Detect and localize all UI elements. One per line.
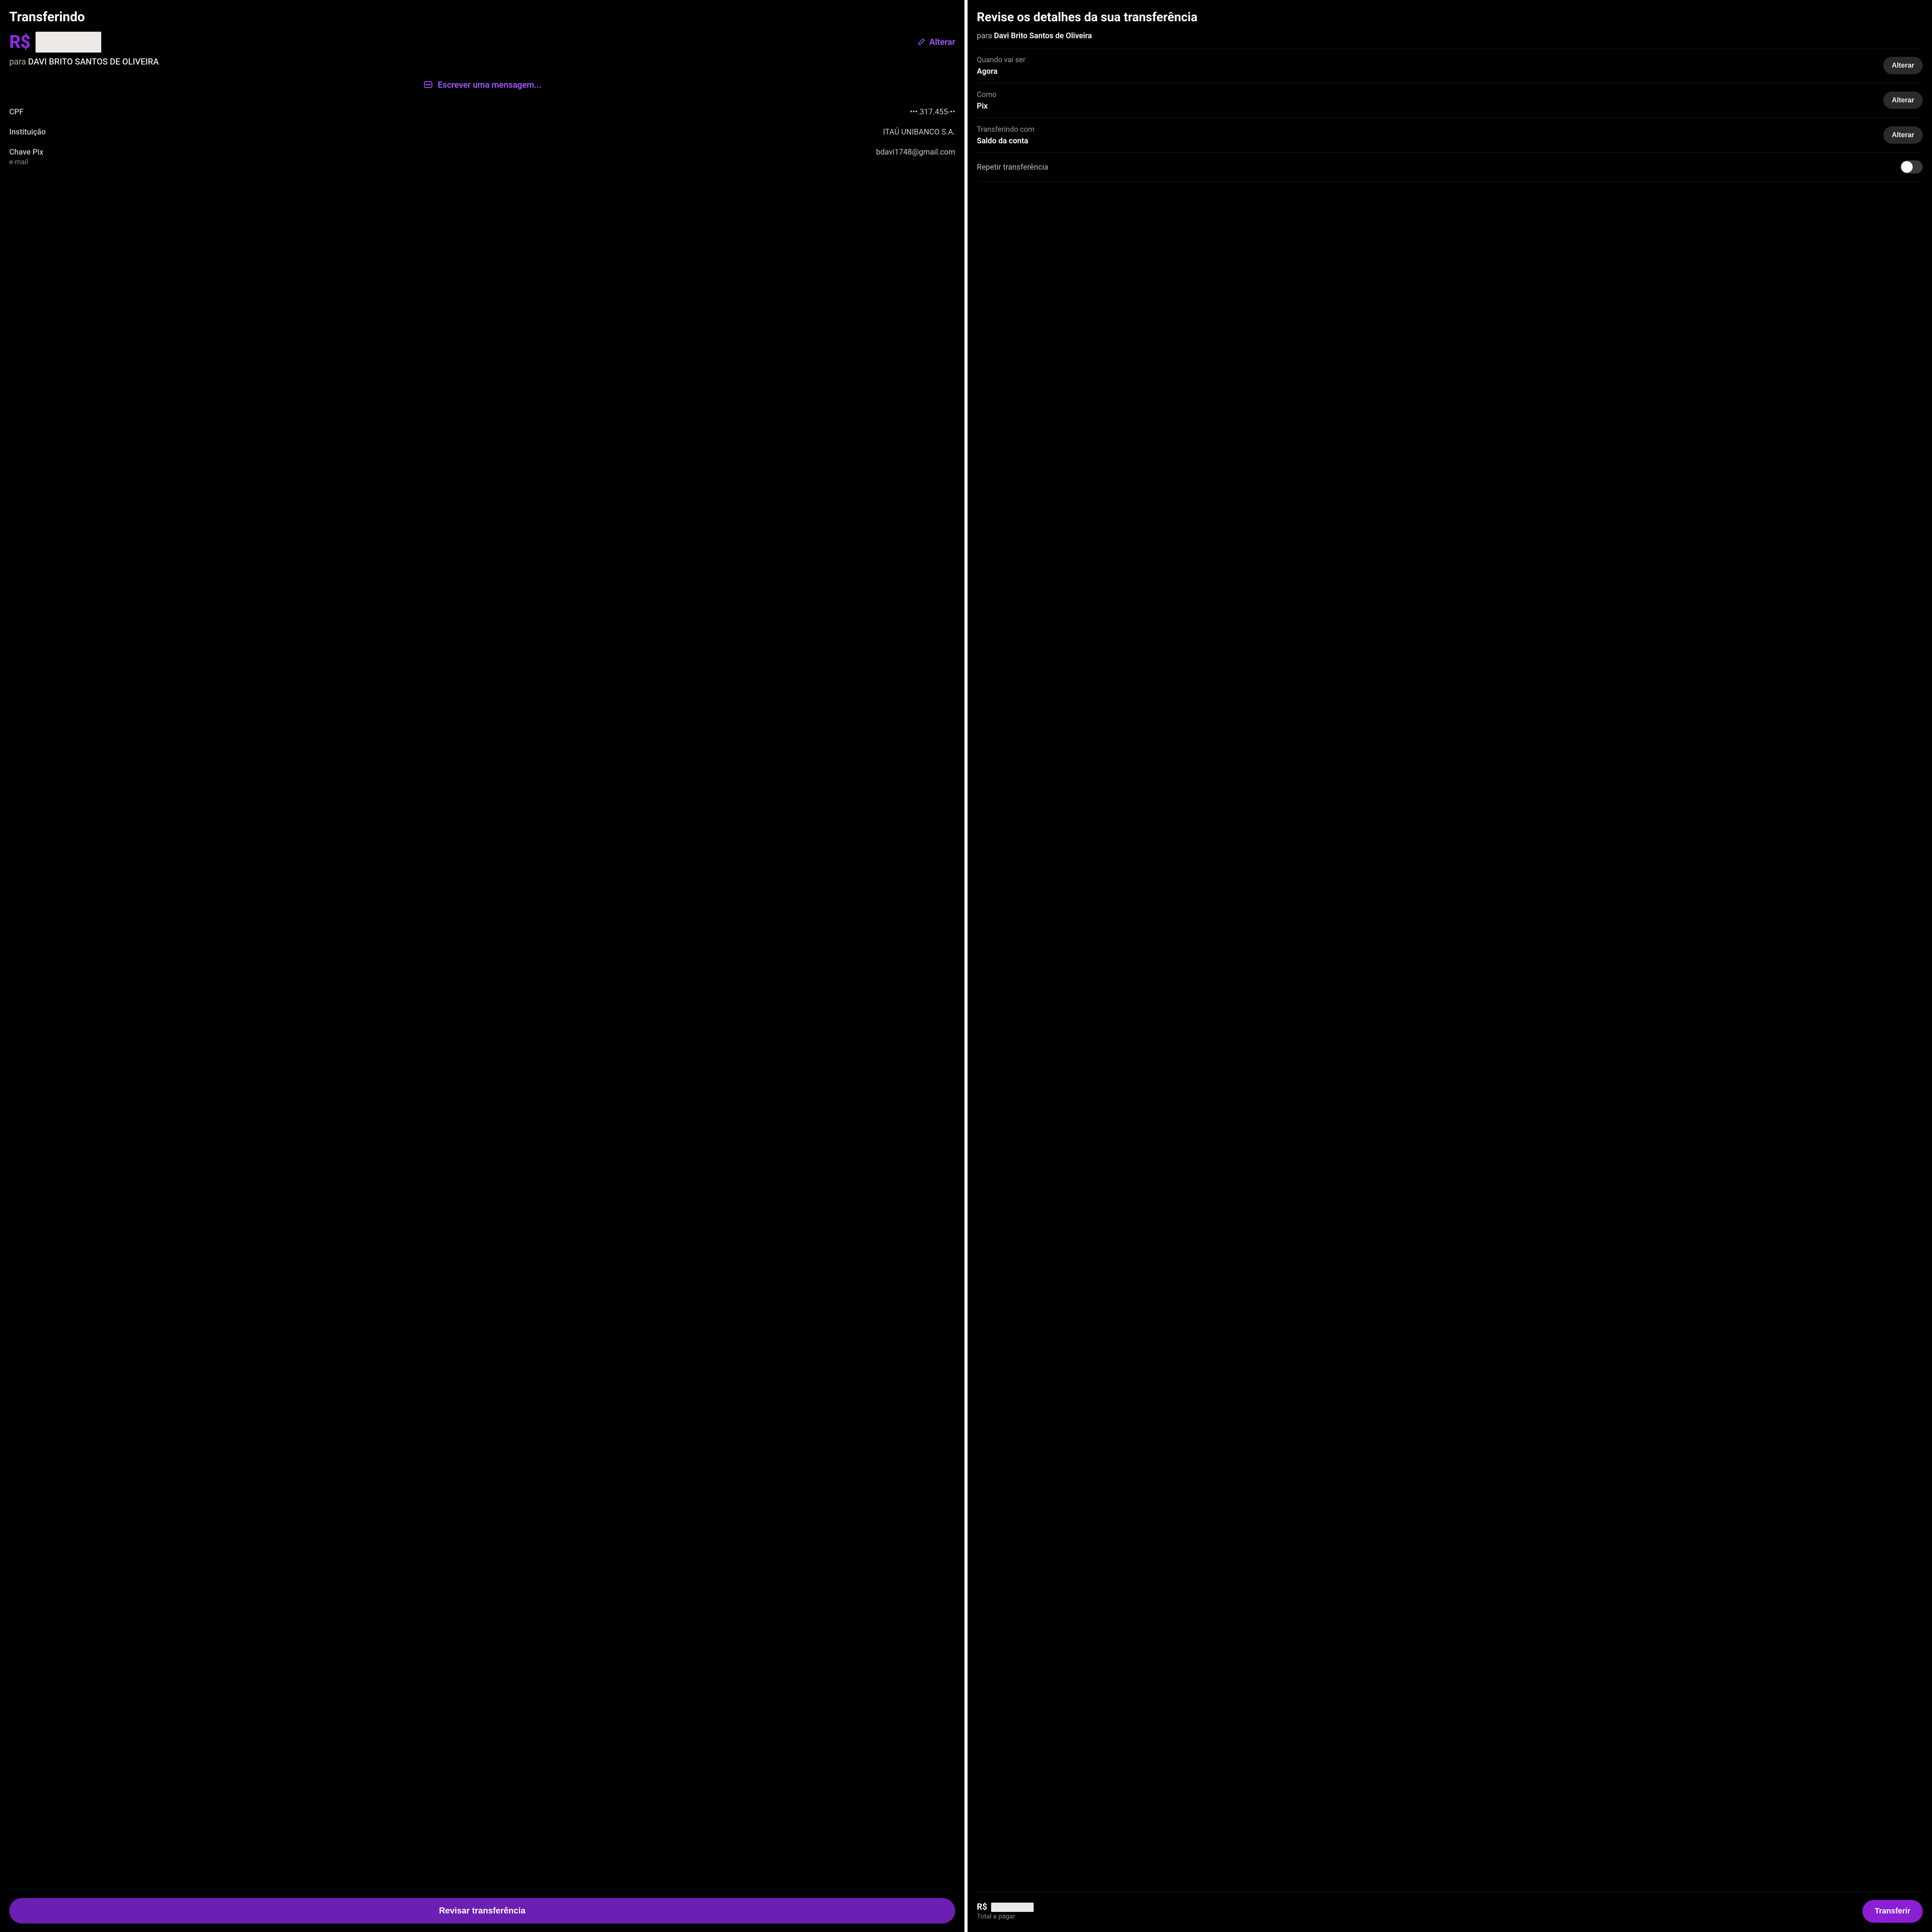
review-transfer-button[interactable]: Revisar transferência <box>9 1898 955 1923</box>
total-currency: R$ <box>977 1902 987 1912</box>
write-message-label: Escrever uma mensagem... <box>438 80 541 90</box>
info-sublabel: e-mail <box>9 158 43 166</box>
total-block: R$ Total a pagar <box>977 1902 1034 1920</box>
recipient-line: para DAVI BRITO SANTOS DE OLIVEIRA <box>9 57 955 67</box>
transfer-button[interactable]: Transferir <box>1862 1900 1923 1923</box>
info-label: Chave Pix <box>9 147 43 156</box>
change-when-button[interactable]: Alterar <box>1883 57 1923 74</box>
info-value: ITAÚ UNIBANCO S.A. <box>883 127 955 136</box>
total-caption: Total a pagar <box>977 1913 1034 1920</box>
info-row-instituicao: Instituição ITAÚ UNIBANCO S.A. <box>9 122 955 142</box>
info-row-chave-pix: Chave Pix e-mail bdavi1748@gmail.com <box>9 142 955 172</box>
detail-label: Transferindo com <box>977 125 1034 134</box>
detail-row-how: Como Pix Alterar <box>977 83 1923 117</box>
edit-amount-label: Alterar <box>929 37 955 47</box>
info-row-cpf: CPF •••.317.455-•• <box>9 102 955 122</box>
transfer-compose-screen: Transferindo R$ Alterar para DAVI BRITO … <box>0 0 964 1932</box>
amount-masked <box>36 32 101 53</box>
detail-row-when: Quando vai ser Agora Alterar <box>977 48 1923 83</box>
amount-group: R$ <box>9 32 101 53</box>
amount-row: R$ Alterar <box>9 32 955 53</box>
recipient-prefix: para <box>977 31 992 40</box>
toggle-knob <box>1901 161 1913 173</box>
detail-label: Como <box>977 90 997 99</box>
info-value: •••.317.455-•• <box>910 107 955 116</box>
page-title: Transferindo <box>9 9 955 25</box>
screen-content: Revise os detalhes da sua transferência … <box>977 9 1923 1892</box>
review-subtitle: para Davi Brito Santos de Oliveira <box>977 31 1923 40</box>
detail-value: Pix <box>977 101 997 111</box>
repeat-transfer-row: Repetir transferência <box>977 152 1923 182</box>
total-amount-row: R$ <box>977 1902 1034 1912</box>
recipient-name: Davi Brito Santos de Oliveira <box>994 31 1092 40</box>
write-message-button[interactable]: Escrever uma mensagem... <box>9 80 955 90</box>
info-value: bdavi1748@gmail.com <box>876 147 955 156</box>
screen-content: Transferindo R$ Alterar para DAVI BRITO … <box>9 9 955 1889</box>
pencil-icon <box>917 38 925 46</box>
message-icon <box>423 80 433 90</box>
bottom-bar: R$ Total a pagar Transferir <box>977 1892 1923 1932</box>
detail-label: Quando vai ser <box>977 55 1026 64</box>
detail-value: Saldo da conta <box>977 136 1034 145</box>
detail-row-source: Transferindo com Saldo da conta Alterar <box>977 117 1923 152</box>
repeat-transfer-label: Repetir transferência <box>977 162 1048 172</box>
review-title: Revise os detalhes da sua transferência <box>977 9 1923 25</box>
bottom-bar: Revisar transferência <box>9 1889 955 1932</box>
repeat-transfer-toggle[interactable] <box>1900 160 1923 173</box>
edit-amount-button[interactable]: Alterar <box>917 37 955 47</box>
transfer-review-screen: Revise os detalhes da sua transferência … <box>968 0 1932 1932</box>
change-source-button[interactable]: Alterar <box>1883 126 1923 144</box>
info-label: CPF <box>9 107 24 116</box>
detail-value: Agora <box>977 66 1026 76</box>
currency-symbol: R$ <box>9 32 30 53</box>
recipient-name: DAVI BRITO SANTOS DE OLIVEIRA <box>28 57 159 67</box>
info-label: Instituição <box>9 127 46 136</box>
total-amount-masked <box>991 1903 1034 1912</box>
recipient-prefix: para <box>9 57 26 67</box>
change-how-button[interactable]: Alterar <box>1883 92 1923 109</box>
